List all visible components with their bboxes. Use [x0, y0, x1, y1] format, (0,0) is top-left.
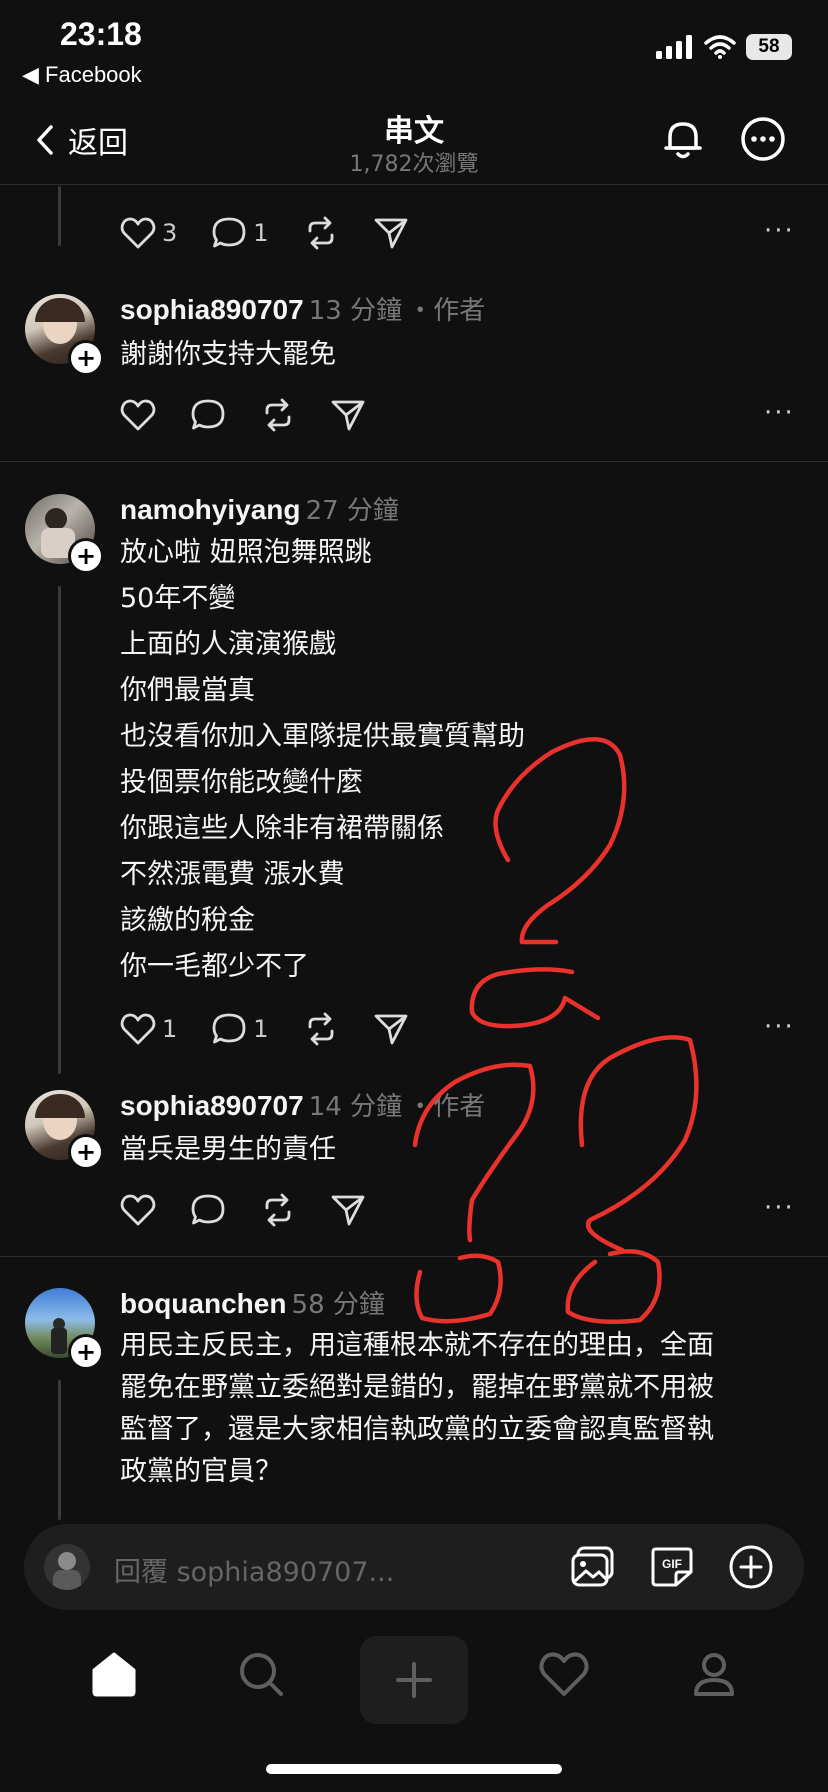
plus-icon [396, 1662, 432, 1698]
home-icon [92, 1652, 136, 1697]
avatar [44, 1544, 90, 1590]
question-mark-annotation [414, 1253, 503, 1324]
gif-button[interactable]: GIF [650, 1546, 694, 1592]
tab-activity[interactable] [538, 1650, 590, 1702]
question-mark-annotation [412, 1062, 536, 1243]
tab-profile[interactable] [688, 1650, 740, 1702]
heart-icon [539, 1652, 589, 1696]
plus-circle-icon [729, 1545, 773, 1589]
gallery-icon [571, 1546, 614, 1587]
add-button[interactable] [728, 1544, 774, 1594]
question-mark-annotation [493, 737, 627, 945]
question-mark-annotation [578, 1035, 699, 1253]
gallery-button[interactable] [570, 1545, 616, 1593]
tab-home[interactable] [88, 1650, 140, 1702]
gif-icon: GIF [651, 1547, 693, 1587]
question-mark-annotation [565, 1249, 662, 1325]
question-mark-annotation [469, 967, 601, 1029]
gif-label: GIF [662, 1557, 682, 1571]
tab-search[interactable] [236, 1650, 288, 1702]
home-indicator [266, 1764, 562, 1774]
profile-icon [694, 1653, 734, 1696]
search-icon [240, 1653, 283, 1696]
reply-input[interactable]: 回覆 sophia890707... [114, 1550, 394, 1589]
compose-button[interactable] [360, 1636, 468, 1724]
